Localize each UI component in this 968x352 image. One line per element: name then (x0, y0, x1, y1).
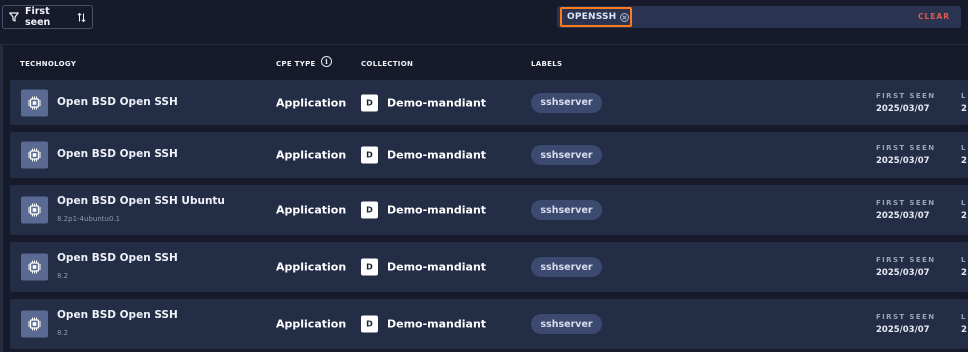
collection-name[interactable]: Demo-mandiant (387, 149, 486, 162)
technology-inventory: First seen OPENSSH CLEAR TECHNOLOGY CPE … (0, 0, 968, 352)
column-header-technology[interactable]: TECHNOLOGY (20, 60, 76, 68)
technology-name[interactable]: Open BSD Open SSH (57, 96, 178, 108)
cpe-type-value: Application (276, 96, 347, 109)
filter-icon (9, 12, 19, 22)
first-seen-date: 2025/03/07 (876, 156, 930, 166)
last-seen-label: L (961, 144, 966, 152)
first-seen-label: FIRST SEEN (876, 92, 936, 100)
label-tag[interactable]: sshserver (531, 200, 602, 220)
first-seen-date: 2025/03/07 (876, 104, 930, 114)
cpe-type-value: Application (276, 260, 347, 274)
first-seen-label: FIRST SEEN (876, 144, 936, 152)
first-seen-label: FIRST SEEN (876, 313, 936, 321)
collection-name[interactable]: Demo-mandiant (387, 96, 486, 109)
filter-chip-label: OPENSSH (567, 12, 617, 22)
left-border-strip (0, 45, 3, 352)
technology-name[interactable]: Open BSD Open SSH (57, 148, 178, 160)
table-row[interactable]: Open BSD Open SSH 8.2 Application D Demo… (10, 299, 968, 349)
search-filter-bar[interactable]: OPENSSH CLEAR (557, 6, 961, 28)
remove-chip-icon[interactable] (620, 12, 630, 22)
first-seen-date: 2025/03/07 (876, 325, 930, 335)
label-tag[interactable]: sshserver (531, 145, 602, 165)
toolbar-divider (0, 44, 968, 45)
label-tag[interactable]: sshserver (531, 92, 602, 113)
last-seen-date: 2 (961, 211, 967, 221)
collection-avatar: D (361, 258, 378, 276)
cpe-type-value: Application (276, 317, 347, 331)
technology-name[interactable]: Open BSD Open SSH (57, 309, 178, 321)
sort-first-seen-button[interactable]: First seen (2, 5, 93, 29)
last-seen-label: L (961, 92, 966, 100)
chip-icon (21, 141, 48, 169)
cpe-type-value: Application (276, 203, 347, 217)
table-row[interactable]: Open BSD Open SSH 8.2 Application D Demo… (10, 242, 968, 292)
label-tag[interactable]: sshserver (531, 257, 602, 277)
first-seen-date: 2025/03/07 (876, 211, 930, 221)
label-tag[interactable]: sshserver (531, 314, 602, 334)
clear-button[interactable]: CLEAR (918, 12, 950, 21)
filter-chip-openssh[interactable]: OPENSSH (560, 7, 632, 27)
table-row[interactable]: Open BSD Open SSH Ubuntu 8.2p1-4ubuntu0.… (10, 185, 968, 235)
table-row[interactable]: Open BSD Open SSH Application D Demo-man… (10, 80, 968, 125)
collection-avatar: D (361, 94, 378, 111)
sort-arrows-icon (77, 12, 86, 22)
last-seen-label: L (961, 199, 966, 207)
collection-avatar: D (361, 201, 378, 219)
column-header-labels[interactable]: LABELS (531, 60, 562, 68)
column-header-cpe-type[interactable]: CPE TYPE (276, 60, 316, 68)
last-seen-label: L (961, 256, 966, 264)
collection-name[interactable]: Demo-mandiant (387, 318, 486, 331)
first-seen-label: FIRST SEEN (876, 199, 936, 207)
chip-icon (21, 196, 48, 224)
last-seen-label: L (961, 313, 966, 321)
last-seen-date: 2 (961, 104, 967, 114)
technology-name[interactable]: Open BSD Open SSH Ubuntu (57, 195, 225, 207)
sort-button-label: First seen (25, 6, 51, 28)
last-seen-date: 2 (961, 156, 967, 166)
technology-version: 8.2 (57, 329, 69, 337)
chip-icon (21, 253, 48, 281)
collection-name[interactable]: Demo-mandiant (387, 261, 486, 274)
table-row[interactable]: Open BSD Open SSH Application D Demo-man… (10, 132, 968, 178)
collection-avatar: D (361, 315, 378, 333)
first-seen-date: 2025/03/07 (876, 268, 930, 278)
last-seen-date: 2 (961, 268, 967, 278)
chip-icon (21, 89, 48, 116)
technology-name[interactable]: Open BSD Open SSH (57, 252, 178, 264)
first-seen-label: FIRST SEEN (876, 256, 936, 264)
collection-avatar: D (361, 146, 378, 164)
technology-version: 8.2p1-4ubuntu0.1 (57, 215, 121, 223)
info-icon[interactable]: i (321, 56, 332, 67)
column-header-collection[interactable]: COLLECTION (361, 60, 413, 68)
cpe-type-value: Application (276, 148, 347, 162)
collection-name[interactable]: Demo-mandiant (387, 204, 486, 217)
chip-icon (21, 310, 48, 338)
last-seen-date: 2 (961, 325, 967, 335)
technology-version: 8.2 (57, 272, 69, 280)
